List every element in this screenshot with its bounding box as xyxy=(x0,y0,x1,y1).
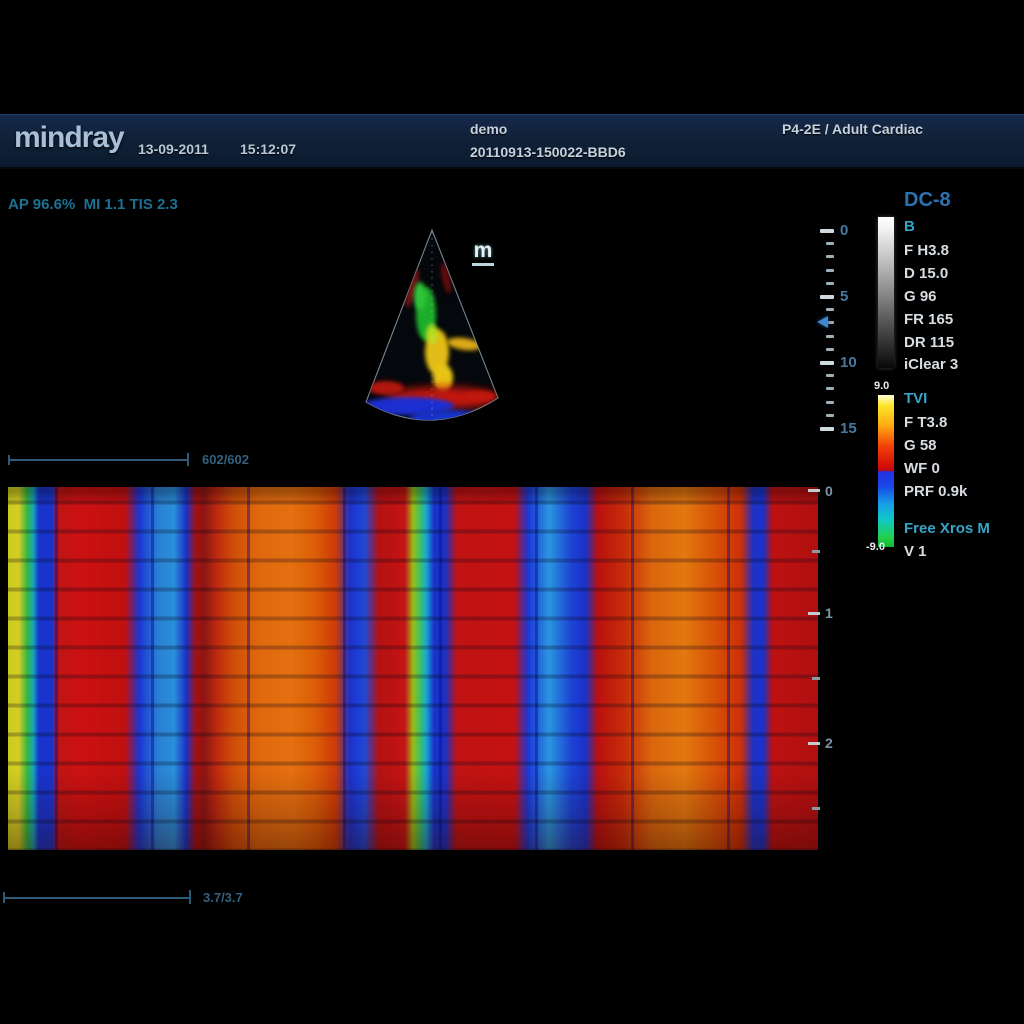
sweep-time-start-tick xyxy=(3,892,5,903)
depth-label: 15 xyxy=(840,420,857,437)
bmode-param-framerate: FR 165 xyxy=(904,311,953,328)
tvi-color-map-bar xyxy=(878,395,894,547)
sweep-time-line xyxy=(3,897,190,899)
bmode-param-frequency: F H3.8 xyxy=(904,242,949,259)
bmode-param-depth: D 15.0 xyxy=(904,265,948,282)
sweep-time-counter: 3.7/3.7 xyxy=(203,890,243,905)
top-information-bar: mindray 13-09-2011 15:12:07 demo 2011091… xyxy=(0,114,1024,169)
bmode-label: B xyxy=(904,218,915,235)
sweep-time-end-tick xyxy=(189,890,191,904)
depth-tick xyxy=(826,242,834,245)
acoustic-output-status: AP 96.6% MI 1.1 TIS 2.3 xyxy=(8,196,178,213)
tvi-scale-max: 9.0 xyxy=(874,380,889,392)
mmode-scale-tick xyxy=(808,489,820,492)
tvi-param-wallfilter: WF 0 xyxy=(904,460,940,477)
exam-id: 20110913-150022-BBD6 xyxy=(470,144,626,160)
cine-frame-counter: 602/602 xyxy=(202,452,249,467)
depth-tick xyxy=(826,348,834,351)
gray-map-bar xyxy=(878,217,894,368)
depth-tick xyxy=(826,282,834,285)
tvi-param-prf: PRF 0.9k xyxy=(904,483,967,500)
tvi-scale-min: -9.0 xyxy=(866,541,885,553)
mmode-scale-tick xyxy=(812,807,820,810)
depth-scale xyxy=(820,229,834,429)
depth-tick xyxy=(820,427,834,431)
depth-tick xyxy=(820,361,834,365)
depth-tick xyxy=(820,229,834,233)
bmode-param-gain: G 96 xyxy=(904,288,937,305)
mmode-trace-image xyxy=(8,487,818,850)
patient-name: demo xyxy=(470,121,507,137)
bmode-param-dynamicrange: DR 115 xyxy=(904,334,954,351)
xros-mode-label: Free Xros M xyxy=(904,520,990,537)
exam-time: 15:12:07 xyxy=(240,141,296,157)
mmode-scale-label: 0 xyxy=(825,483,833,499)
xros-param-v: V 1 xyxy=(904,543,927,560)
cine-progress-start-tick xyxy=(8,455,10,465)
depth-label: 5 xyxy=(840,288,848,305)
depth-tick xyxy=(826,308,834,311)
tvi-param-frequency: F T3.8 xyxy=(904,414,947,431)
depth-label: 10 xyxy=(840,354,857,371)
tvi-mode-label: TVI xyxy=(904,390,927,407)
mmode-scale-label: 2 xyxy=(825,735,833,751)
depth-tick xyxy=(826,374,834,377)
depth-tick xyxy=(826,255,834,258)
mindray-logo: mindray xyxy=(14,121,124,155)
depth-tick xyxy=(826,401,834,404)
depth-tick xyxy=(826,387,834,390)
bmode-param-iclear: iClear 3 xyxy=(904,356,958,373)
depth-tick xyxy=(826,414,834,417)
mmode-scale-tick xyxy=(808,612,820,615)
cine-progress-end-tick xyxy=(187,453,189,466)
mmode-scale-tick xyxy=(812,677,820,680)
probe-preset: P4-2E / Adult Cardiac xyxy=(782,121,923,137)
ultrasound-screen: mindray 13-09-2011 15:12:07 demo 2011091… xyxy=(0,0,1024,1024)
cine-progress-line xyxy=(8,459,188,461)
mmode-scale-tick xyxy=(812,550,820,553)
mmode-scale-label: 1 xyxy=(825,605,833,621)
depth-tick xyxy=(826,335,834,338)
mmode-orientation-marker: m xyxy=(472,240,494,266)
depth-tick xyxy=(820,295,834,299)
depth-label: 0 xyxy=(840,222,848,239)
mmode-scale-tick xyxy=(808,742,820,745)
focus-position-icon xyxy=(817,316,828,328)
depth-tick xyxy=(826,269,834,272)
tvi-param-gain: G 58 xyxy=(904,437,937,454)
system-model: DC-8 xyxy=(904,189,951,212)
exam-date: 13-09-2011 xyxy=(138,141,209,157)
